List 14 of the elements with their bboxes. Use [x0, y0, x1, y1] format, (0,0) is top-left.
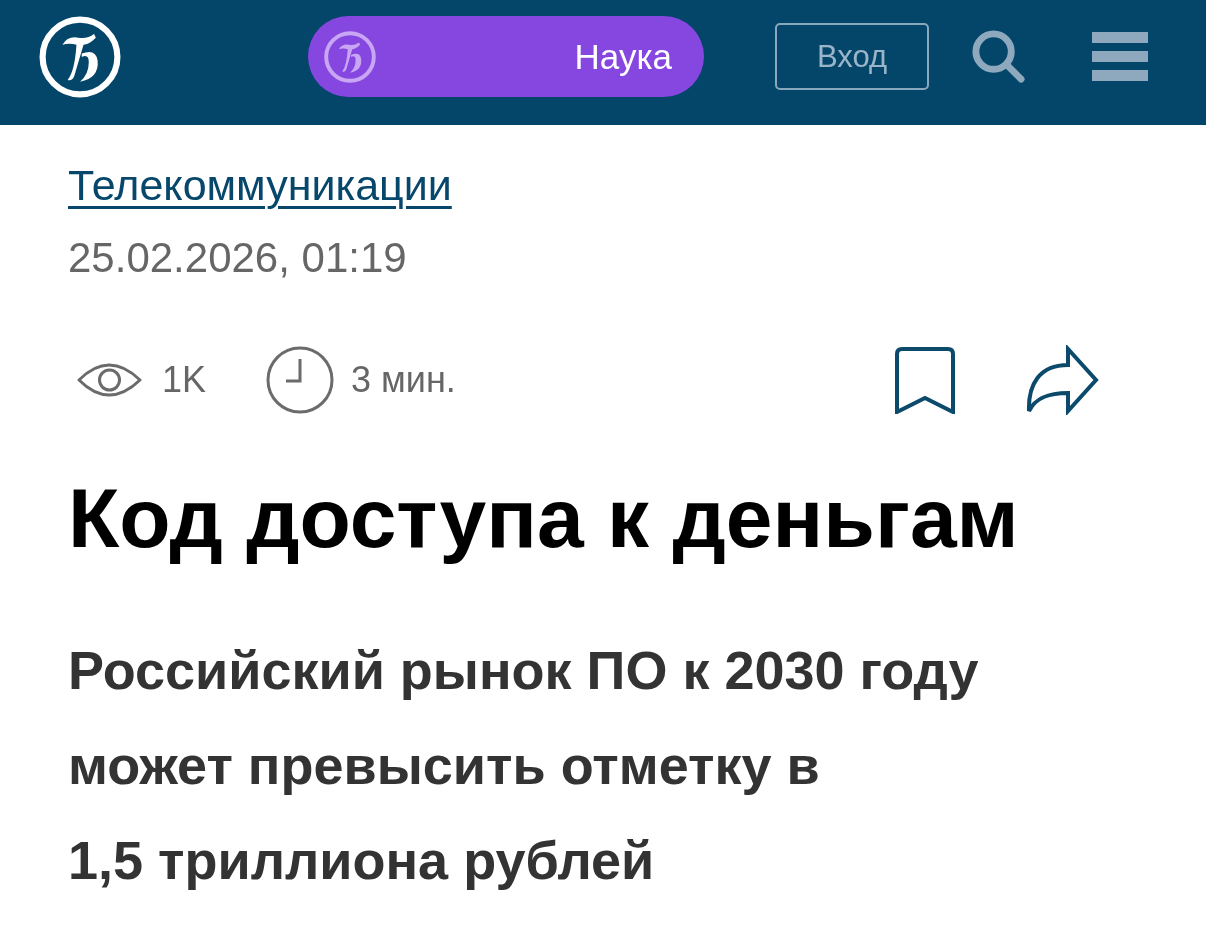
article-subtitle: Российский рынок ПО к 2030 году может превысить отметку в 1,5 триллиона рублей [68, 639, 980, 892]
read-time: 3 мин. [351, 359, 456, 401]
category-link[interactable]: Телекоммуникации [68, 160, 452, 210]
views-count: 1K [162, 359, 207, 401]
login-button[interactable]: Вход [775, 23, 929, 90]
share-icon[interactable] [1025, 345, 1099, 415]
search-icon[interactable] [970, 28, 1027, 85]
article-title: Код доступа к деньгам [68, 470, 1020, 567]
bookmark-icon[interactable] [894, 346, 956, 414]
menu-icon[interactable] [1092, 31, 1148, 82]
clock-icon [266, 346, 335, 414]
logo-icon [322, 28, 378, 85]
publish-date: 25.02.2026, 01:19 [68, 233, 408, 283]
section-link[interactable]: Наука [308, 16, 704, 97]
